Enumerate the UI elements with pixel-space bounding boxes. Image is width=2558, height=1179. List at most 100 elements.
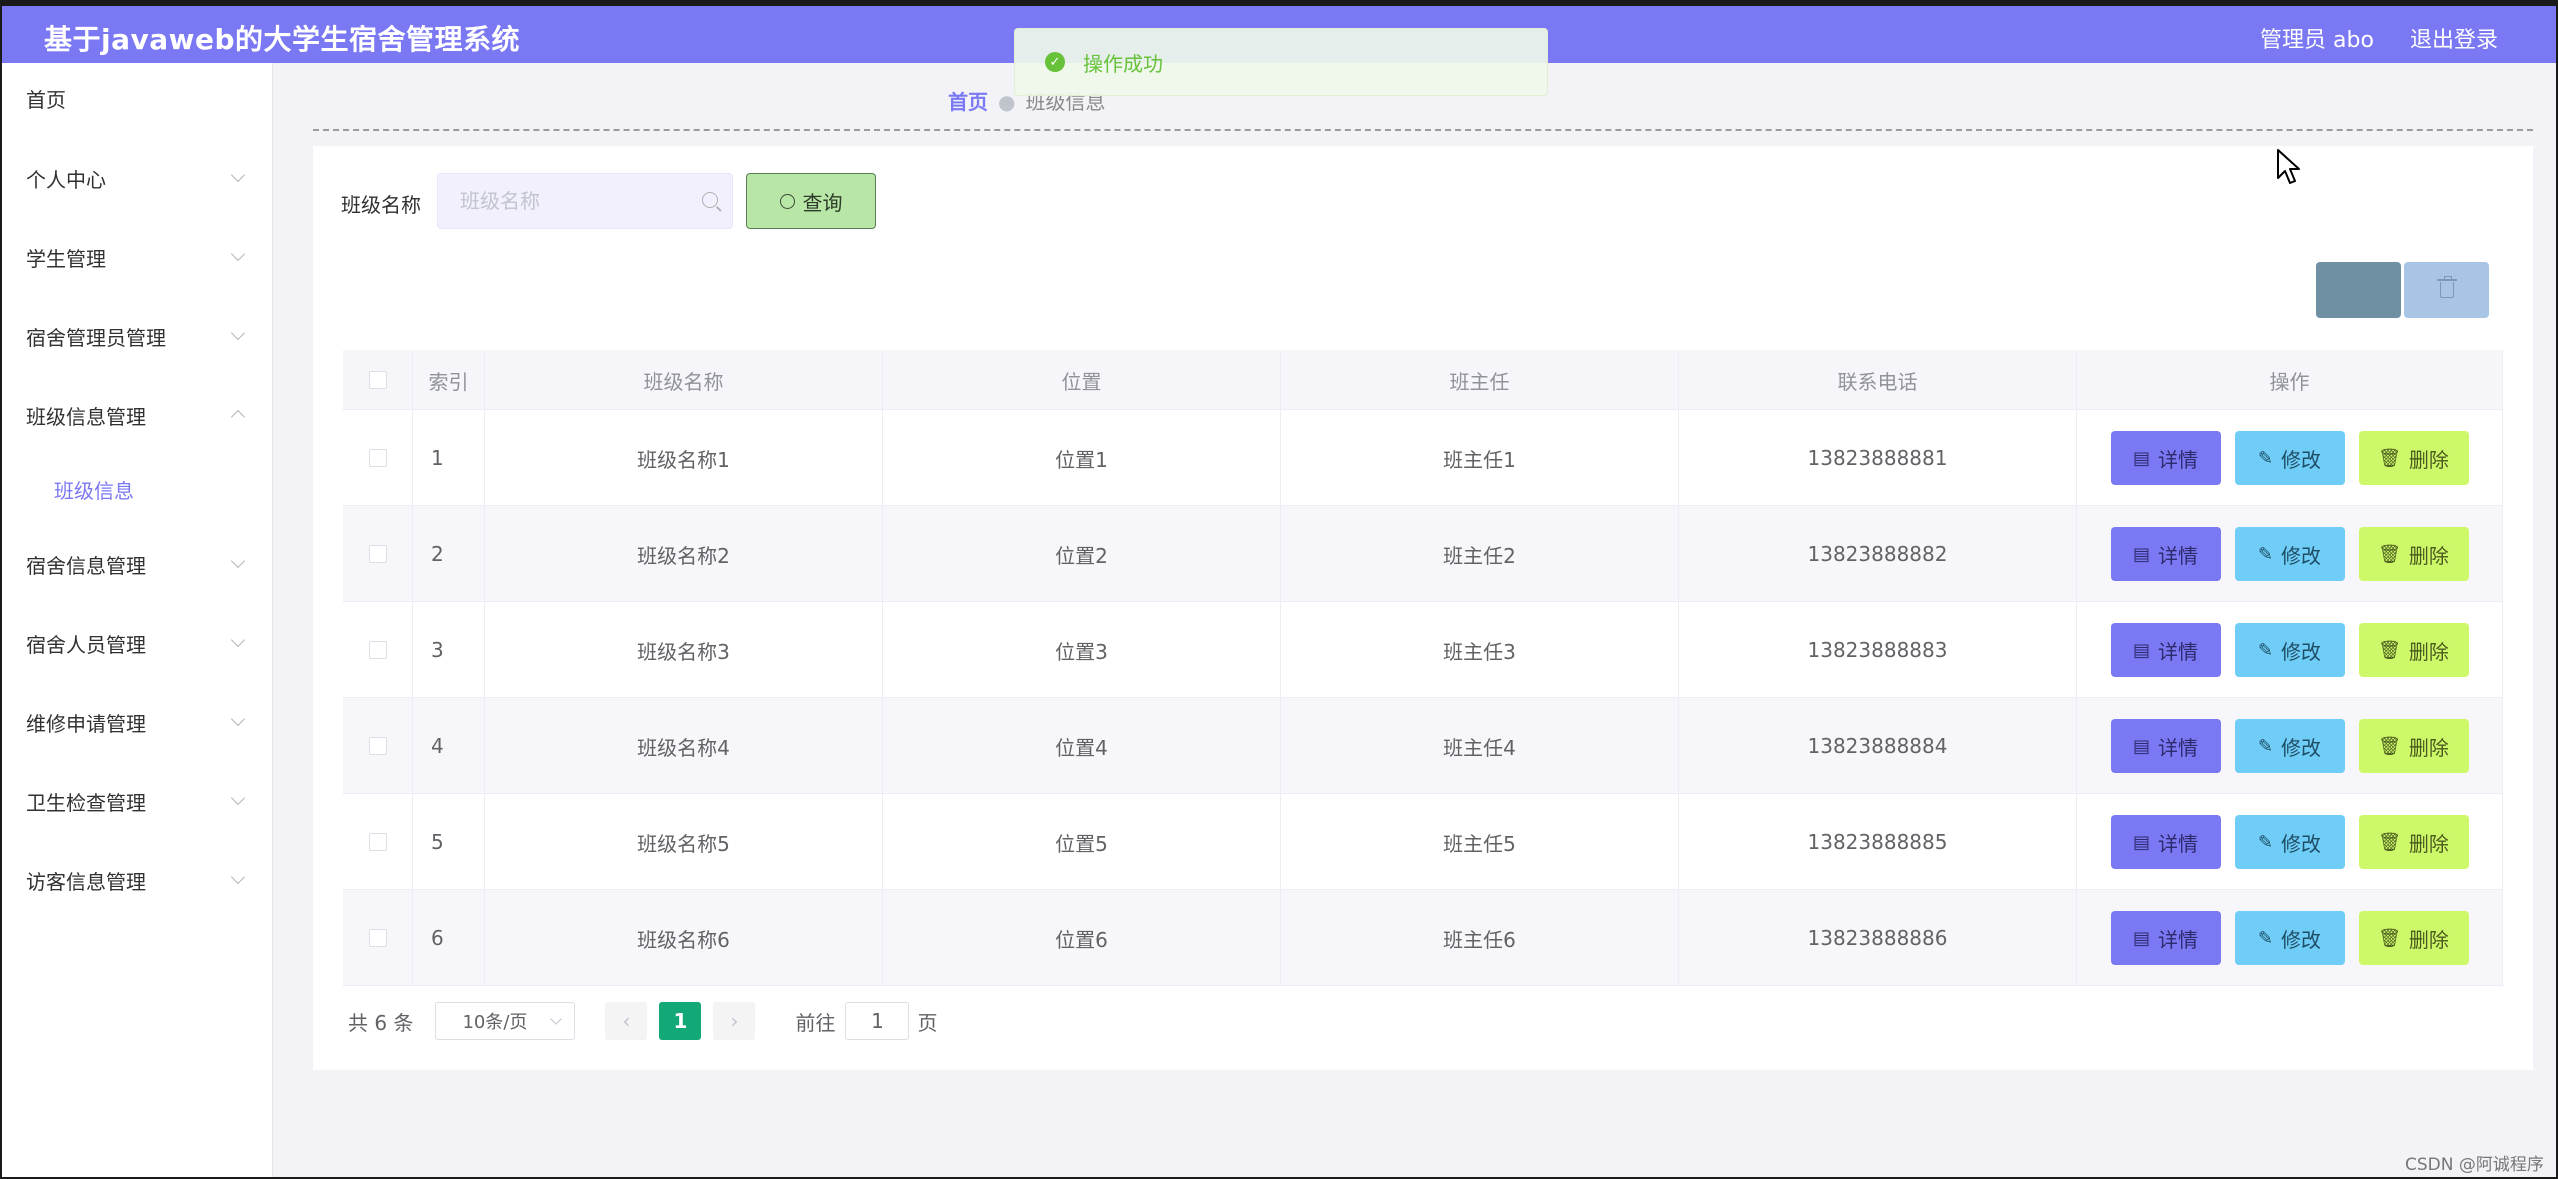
delete-button[interactable]: 🗑 删除 [2358,431,2469,485]
row-checkbox[interactable] [368,641,387,659]
document-icon: ▤ [2132,639,2150,661]
detail-button[interactable]: ▤ 详情 [2110,719,2221,773]
sidebar-item-visitors[interactable]: 访客信息管理 [2,845,273,915]
sidebar-item-students[interactable]: 学生管理 [2,222,273,292]
row-select[interactable] [343,506,413,602]
sidebar-item-dorm-members[interactable]: 宿舍人员管理 [2,608,273,678]
detail-button[interactable]: ▤ 详情 [2110,431,2221,485]
row-checkbox[interactable] [368,737,387,755]
chevron-down-icon [230,325,246,341]
delete-button[interactable]: 🗑 删除 [2358,623,2469,677]
table-header: 索引 班级名称 位置 班主任 联系电话 操作 [343,350,2503,410]
row-select[interactable] [343,698,413,794]
success-check-icon: ✓ [1045,52,1065,72]
pencil-icon: ✎ [2257,447,2274,469]
cell-index: 3 [413,602,485,698]
row-checkbox[interactable] [368,929,387,947]
goto-page-input[interactable]: 1 [845,1002,910,1040]
add-button[interactable] [2316,262,2401,318]
logout-link[interactable]: 退出登录 [2410,22,2498,54]
cell-class-name: 班级名称5 [485,794,883,890]
prev-page-button[interactable]: ‹ [605,1002,648,1040]
current-user: 管理员 abo [2260,28,2374,53]
detail-button[interactable]: ▤ 详情 [2110,527,2221,581]
row-select[interactable] [343,410,413,506]
table-row: 5 班级名称5 位置5 班主任5 13823888885 ▤ 详情 ✎ 修改 🗑 删除 [343,794,2503,890]
table-row: 1 班级名称1 位置1 班主任1 13823888881 ▤ 详情 ✎ 修改 🗑 删除 [343,410,2503,506]
delete-label: 删除 [2408,831,2449,856]
detail-button[interactable]: ▤ 详情 [2110,623,2221,677]
trash-icon: 🗑 [2378,639,2401,661]
select-all-checkbox[interactable] [368,371,387,389]
cell-phone: 13823888886 [1679,890,2077,986]
cell-phone: 13823888885 [1679,794,2077,890]
sidebar-item-hygiene[interactable]: 卫生检查管理 [2,766,273,836]
edit-label: 修改 [2281,831,2322,856]
delete-button[interactable]: 🗑 删除 [2358,815,2469,869]
row-checkbox[interactable] [368,833,387,851]
delete-label: 删除 [2408,639,2449,664]
delete-button[interactable]: 🗑 删除 [2358,527,2469,581]
cell-teacher: 班主任3 [1281,602,1679,698]
cell-actions: ▤ 详情 ✎ 修改 🗑 删除 [2077,890,2503,986]
cell-location: 位置5 [883,794,1281,890]
detail-button[interactable]: ▤ 详情 [2110,815,2221,869]
header-select-all[interactable] [343,350,413,410]
chevron-up-icon [230,409,246,425]
row-checkbox[interactable] [368,449,387,467]
sidebar-item-class-info-group[interactable]: 班级信息管理 [2,380,273,450]
table-row: 6 班级名称6 位置6 班主任6 13823888886 ▤ 详情 ✎ 修改 🗑 删除 [343,890,2503,986]
row-checkbox[interactable] [368,545,387,563]
cell-actions: ▤ 详情 ✎ 修改 🗑 删除 [2077,410,2503,506]
column-header: 索引 [413,350,485,410]
sidebar-item-profile[interactable]: 个人中心 [2,143,273,213]
detail-button[interactable]: ▤ 详情 [2110,911,2221,965]
sidebar-item-dorm-info[interactable]: 宿舍信息管理 [2,529,273,599]
edit-button[interactable]: ✎ 修改 [2234,623,2345,677]
cell-teacher: 班主任4 [1281,698,1679,794]
sidebar-item-home[interactable]: 首页 [2,63,273,133]
edit-label: 修改 [2281,639,2322,664]
chevron-down-icon [230,711,246,727]
breadcrumb-separator: ● [998,90,1016,114]
edit-button[interactable]: ✎ 修改 [2234,911,2345,965]
edit-button[interactable]: ✎ 修改 [2234,719,2345,773]
delete-label: 删除 [2408,447,2449,472]
sidebar-item-repairs[interactable]: 维修申请管理 [2,687,273,757]
row-select[interactable] [343,602,413,698]
detail-label: 详情 [2158,831,2198,856]
search-field[interactable] [437,173,733,229]
breadcrumb-home[interactable]: 首页 [948,90,988,114]
cell-teacher: 班主任1 [1281,410,1679,506]
query-button[interactable]: 查询 [746,173,876,229]
document-icon: ▤ [2132,831,2150,853]
page-number-active[interactable]: 1 [659,1002,702,1040]
batch-delete-button[interactable] [2404,262,2489,318]
delete-button[interactable]: 🗑 删除 [2358,911,2469,965]
row-select[interactable] [343,794,413,890]
document-icon: ▤ [2132,543,2150,565]
cell-class-name: 班级名称2 [485,506,883,602]
sidebar-item-label: 宿舍人员管理 [26,632,146,657]
delete-button[interactable]: 🗑 删除 [2358,719,2469,773]
table-row: 2 班级名称2 位置2 班主任2 13823888882 ▤ 详情 ✎ 修改 🗑 删除 [343,506,2503,602]
next-page-button[interactable]: › [713,1002,756,1040]
search-icon [779,193,795,209]
sidebar-item-label: 首页 [26,87,66,112]
edit-button[interactable]: ✎ 修改 [2234,431,2345,485]
cell-index: 4 [413,698,485,794]
row-select[interactable] [343,890,413,986]
edit-button[interactable]: ✎ 修改 [2234,527,2345,581]
delete-label: 删除 [2408,735,2449,760]
detail-label: 详情 [2158,543,2198,568]
sidebar-item-class-info[interactable]: 班级信息 [2,454,273,524]
sidebar-item-dorm-admins[interactable]: 宿舍管理员管理 [2,301,273,371]
sidebar-item-label: 班级信息管理 [26,404,146,429]
edit-label: 修改 [2281,735,2322,760]
cell-index: 1 [413,410,485,506]
search-input[interactable] [438,174,732,228]
page-size-select[interactable]: 10条/页 [435,1002,576,1040]
edit-button[interactable]: ✎ 修改 [2234,815,2345,869]
sidebar-item-label: 个人中心 [26,167,106,192]
pencil-icon: ✎ [2257,927,2274,949]
